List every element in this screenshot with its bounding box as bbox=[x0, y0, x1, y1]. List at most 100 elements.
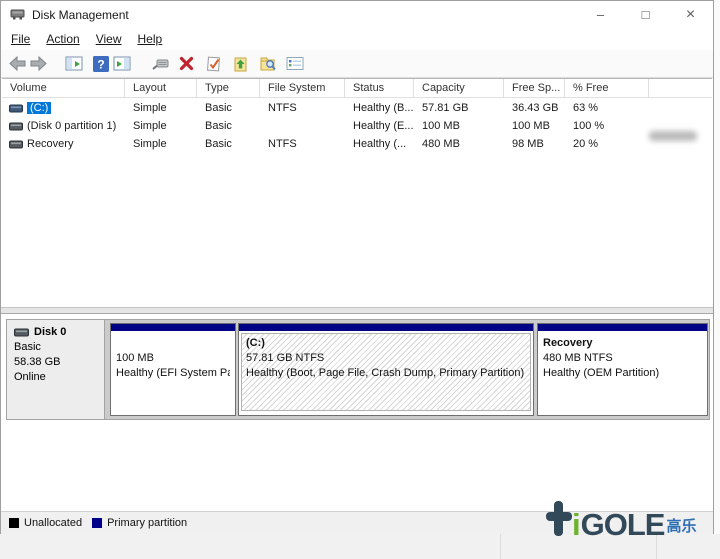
partition-size: 57.81 GB NTFS bbox=[246, 351, 526, 366]
header-layout[interactable]: Layout bbox=[125, 79, 197, 97]
folder-up-button[interactable] bbox=[230, 53, 251, 74]
logo-gole: GOLE bbox=[581, 510, 665, 539]
partition-color-bar bbox=[239, 324, 533, 333]
partition-status: Healthy (EFI System Pa bbox=[116, 366, 230, 381]
properties-button[interactable] bbox=[284, 53, 305, 74]
volume-drive-icon bbox=[9, 140, 23, 149]
menu-view[interactable]: View bbox=[88, 30, 130, 48]
screen: Disk Management – □ × File Action View H… bbox=[0, 0, 720, 559]
toolbar: ? bbox=[1, 50, 713, 78]
forward-button[interactable] bbox=[28, 53, 49, 74]
table-row-c[interactable]: (C:) Simple Basic NTFS Healthy (B... 57.… bbox=[2, 100, 712, 116]
cell-type: Basic bbox=[197, 138, 260, 150]
tool-button[interactable] bbox=[149, 53, 170, 74]
cell-volume: (Disk 0 partition 1) bbox=[2, 120, 125, 132]
disk-0-row: Disk 0 Basic 58.38 GB Online 100 MB Heal… bbox=[6, 319, 710, 420]
menu-help[interactable]: Help bbox=[130, 30, 171, 48]
volume-label: (Disk 0 partition 1) bbox=[27, 120, 116, 132]
delete-volume-button[interactable] bbox=[176, 53, 197, 74]
cell-volume: Recovery bbox=[2, 138, 125, 150]
header-status[interactable]: Status bbox=[345, 79, 414, 97]
header-pct-free[interactable]: % Free bbox=[565, 79, 649, 97]
cell-capacity: 57.81 GB bbox=[414, 102, 504, 114]
disk-status: Online bbox=[14, 370, 104, 385]
titlebar: Disk Management – □ × bbox=[1, 1, 713, 28]
partition-name: Recovery bbox=[543, 336, 702, 351]
menu-file[interactable]: File bbox=[3, 30, 38, 48]
window-title: Disk Management bbox=[32, 8, 129, 22]
desktop-right-strip bbox=[714, 0, 720, 534]
disk-0-header[interactable]: Disk 0 Basic 58.38 GB Online bbox=[7, 320, 105, 419]
help-icon: ? bbox=[93, 56, 109, 72]
partition-c[interactable]: (C:) 57.81 GB NTFS Healthy (Boot, Page F… bbox=[238, 323, 534, 416]
volume-label: Recovery bbox=[27, 138, 73, 150]
svg-text:?: ? bbox=[97, 57, 104, 71]
table-row-recovery[interactable]: Recovery Simple Basic NTFS Healthy (... … bbox=[2, 136, 712, 152]
logo-chinese: 高乐 bbox=[666, 515, 696, 536]
properties-list-icon bbox=[286, 56, 304, 71]
explore-folder-button[interactable] bbox=[257, 53, 278, 74]
forward-arrow-icon bbox=[30, 56, 47, 71]
volume-drive-icon bbox=[9, 104, 23, 113]
partition-recovery[interactable]: Recovery 480 MB NTFS Healthy (OEM Partit… bbox=[537, 323, 708, 416]
folder-search-icon bbox=[259, 56, 277, 72]
menubar: File Action View Help bbox=[1, 28, 713, 50]
header-file-system[interactable]: File System bbox=[260, 79, 345, 97]
cell-volume: (C:) bbox=[2, 102, 125, 114]
logo-cross-glyph bbox=[546, 501, 572, 536]
partition-size: 480 MB NTFS bbox=[543, 351, 702, 366]
cell-status: Healthy (B... bbox=[345, 102, 414, 114]
legend-primary-label: Primary partition bbox=[107, 517, 187, 529]
cell-free: 100 MB bbox=[504, 120, 565, 132]
cell-fs: NTFS bbox=[260, 138, 345, 150]
header-capacity[interactable]: Capacity bbox=[414, 79, 504, 97]
cell-free: 36.43 GB bbox=[504, 102, 565, 114]
volume-list-pane: Volume Layout Type File System Status Ca… bbox=[2, 78, 712, 307]
volume-table-header: Volume Layout Type File System Status Ca… bbox=[2, 79, 712, 98]
menu-action[interactable]: Action bbox=[38, 30, 87, 48]
minimize-button[interactable]: – bbox=[578, 1, 623, 28]
disk-size: 58.38 GB bbox=[14, 355, 104, 370]
partition-body: 100 MB Healthy (EFI System Pa bbox=[111, 333, 235, 413]
cell-layout: Simple bbox=[125, 102, 197, 114]
logo-i: i bbox=[572, 510, 581, 539]
cell-type: Basic bbox=[197, 120, 260, 132]
folder-up-arrow-icon bbox=[232, 56, 250, 72]
partition-status: Healthy (OEM Partition) bbox=[543, 366, 702, 381]
show-console-tree-button[interactable] bbox=[63, 53, 84, 74]
partition-name bbox=[116, 336, 230, 351]
cell-fs: NTFS bbox=[260, 102, 345, 114]
show-action-pane-button[interactable] bbox=[111, 53, 132, 74]
volume-drive-icon bbox=[9, 122, 23, 131]
partition-color-bar bbox=[111, 324, 235, 333]
cell-capacity: 100 MB bbox=[414, 120, 504, 132]
task-check-button[interactable] bbox=[203, 53, 224, 74]
cell-status: Healthy (... bbox=[345, 138, 414, 150]
partition-size: 100 MB bbox=[116, 351, 230, 366]
header-volume[interactable]: Volume bbox=[2, 79, 125, 97]
disk-management-window: Disk Management – □ × File Action View H… bbox=[0, 0, 714, 534]
partition-efi[interactable]: 100 MB Healthy (EFI System Pa bbox=[110, 323, 236, 416]
cell-layout: Simple bbox=[125, 138, 197, 150]
help-button[interactable]: ? bbox=[90, 53, 111, 74]
legend-primary-swatch bbox=[92, 518, 102, 528]
header-free-space[interactable]: Free Sp... bbox=[504, 79, 565, 97]
header-type[interactable]: Type bbox=[197, 79, 260, 97]
legend-unallocated-swatch bbox=[9, 518, 19, 528]
action-pane-icon bbox=[113, 56, 131, 71]
disk-name: Disk 0 bbox=[34, 325, 66, 340]
table-row-partition1[interactable]: (Disk 0 partition 1) Simple Basic Health… bbox=[2, 118, 712, 134]
disk-graph-pane: Disk 0 Basic 58.38 GB Online 100 MB Heal… bbox=[2, 314, 712, 511]
maximize-button[interactable]: □ bbox=[623, 1, 668, 28]
page-check-icon bbox=[205, 56, 222, 72]
disk-drive-icon bbox=[14, 328, 29, 337]
cell-pct: 63 % bbox=[565, 102, 649, 114]
partition-status: Healthy (Boot, Page File, Crash Dump, Pr… bbox=[246, 366, 526, 381]
disk-type: Basic bbox=[14, 340, 104, 355]
cell-pct: 20 % bbox=[565, 138, 649, 150]
app-drive-icon bbox=[10, 8, 25, 21]
close-button[interactable]: × bbox=[668, 1, 713, 28]
tool-icon bbox=[151, 56, 169, 71]
back-button[interactable] bbox=[7, 53, 28, 74]
pane-splitter[interactable] bbox=[1, 307, 713, 314]
